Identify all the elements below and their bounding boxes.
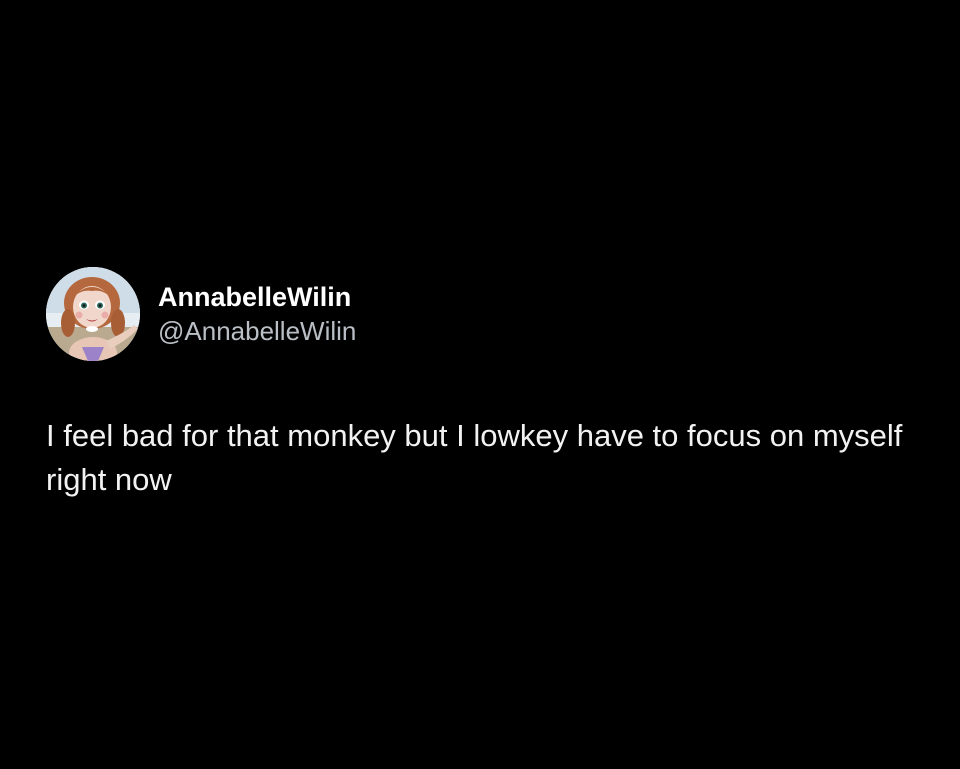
author-handle[interactable]: @AnnabelleWilin [158, 314, 356, 348]
author-display-name[interactable]: AnnabelleWilin [158, 280, 356, 314]
avatar[interactable] [46, 267, 140, 361]
tweet-text: I feel bad for that monkey but I lowkey … [46, 418, 903, 497]
doll-avatar-icon [46, 267, 140, 361]
tweet-card: AnnabelleWilin @AnnabelleWilin I feel ba… [46, 266, 926, 502]
tweet-header: AnnabelleWilin @AnnabelleWilin [46, 266, 926, 362]
author-names: AnnabelleWilin @AnnabelleWilin [158, 280, 356, 348]
